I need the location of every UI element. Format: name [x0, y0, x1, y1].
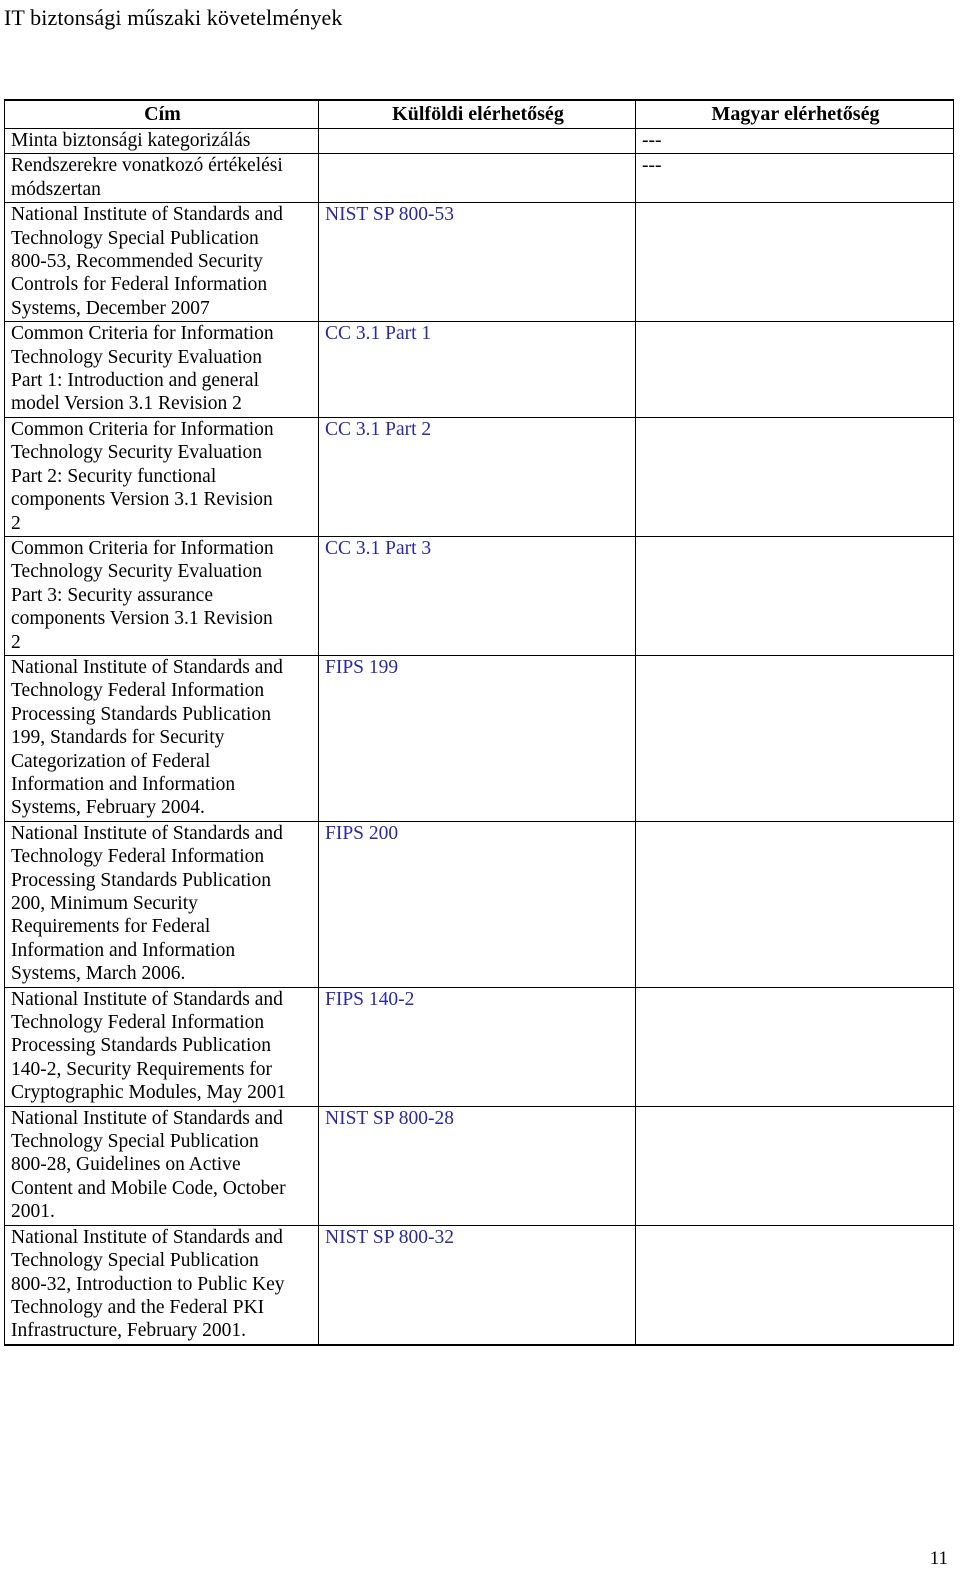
table-row: Common Criteria for Information Technolo…: [4, 416, 954, 537]
table-row: National Institute of Standards and Tech…: [4, 1224, 954, 1346]
cell-foreign-availability[interactable]: CC 3.1 Part 3: [318, 535, 636, 656]
cell-hungarian-availability: [635, 1224, 954, 1346]
cell-hungarian-availability: [635, 1105, 954, 1226]
table-row: National Institute of Standards and Tech…: [4, 654, 954, 822]
foreign-availability-link[interactable]: NIST SP 800-32: [325, 1226, 631, 1249]
cell-title: National Institute of Standards and Tech…: [4, 820, 319, 988]
cell-hungarian-availability: [635, 535, 954, 656]
standard-title-text: National Institute of Standards and Tech…: [11, 1226, 285, 1342]
standard-title-text: Common Criteria for Information Technolo…: [11, 323, 274, 415]
cell-foreign-availability: [318, 127, 636, 155]
foreign-availability-link[interactable]: CC 3.1 Part 3: [325, 537, 631, 560]
column-header-title: Cím: [4, 99, 319, 129]
cell-foreign-availability[interactable]: FIPS 200: [318, 820, 636, 988]
cell-title: National Institute of Standards and Tech…: [4, 1224, 319, 1346]
cell-title: Common Criteria for Information Technolo…: [4, 535, 319, 656]
hungarian-availability-text: ---: [642, 130, 662, 151]
running-head: IT biztonsági műszaki követelmények: [4, 5, 343, 30]
cell-hungarian-availability: [635, 654, 954, 822]
column-header-foreign-availability: Külföldi elérhetőség: [318, 99, 636, 129]
table-row: Common Criteria for Information Technolo…: [4, 535, 954, 656]
hungarian-availability-text: ---: [642, 155, 662, 177]
table-row: Common Criteria for Information Technolo…: [4, 321, 954, 418]
cell-title: National Institute of Standards and Tech…: [4, 986, 319, 1107]
cell-hungarian-availability: [635, 986, 954, 1107]
standard-title-text: National Institute of Standards and Tech…: [11, 656, 283, 819]
cell-hungarian-availability: [635, 202, 954, 323]
foreign-availability-link[interactable]: NIST SP 800-28: [325, 1107, 631, 1130]
cell-title: Minta biztonsági kategorizálás: [4, 127, 319, 155]
table-header: Cím Külföldi elérhetőség Magyar elérhető…: [4, 99, 954, 129]
foreign-availability-link[interactable]: NIST SP 800-53: [325, 203, 631, 226]
table-row: Minta biztonsági kategorizálás ---: [4, 127, 954, 155]
cell-foreign-availability[interactable]: CC 3.1 Part 1: [318, 321, 636, 418]
document-page: IT biztonsági műszaki követelmények Cím …: [0, 0, 960, 1593]
standard-title-text: Minta biztonsági kategorizálás: [11, 130, 251, 151]
column-header-hungarian-availability: Magyar elérhetőség: [635, 99, 954, 129]
standard-title-text: National Institute of Standards and Tech…: [11, 1107, 286, 1223]
cell-hungarian-availability: [635, 321, 954, 418]
cell-hungarian-availability: [635, 416, 954, 537]
foreign-availability-link[interactable]: CC 3.1 Part 2: [325, 418, 631, 441]
table-header-row: Cím Külföldi elérhetőség Magyar elérhető…: [4, 99, 954, 129]
cell-hungarian-availability: ---: [635, 127, 954, 155]
foreign-availability-link[interactable]: FIPS 199: [325, 656, 631, 679]
page-number: 11: [929, 1548, 948, 1569]
cell-hungarian-availability: [635, 820, 954, 988]
table-body: Minta biztonsági kategorizálás --- Rendsze…: [4, 127, 954, 1346]
cell-foreign-availability: [318, 153, 636, 204]
cell-title: National Institute of Standards and Tech…: [4, 1105, 319, 1226]
cell-title: National Institute of Standards and Tech…: [4, 202, 319, 323]
table-row: National Institute of Standards and Tech…: [4, 986, 954, 1107]
foreign-availability-link[interactable]: CC 3.1 Part 1: [325, 322, 631, 345]
table-row: National Institute of Standards and Tech…: [4, 202, 954, 323]
cell-title: National Institute of Standards and Tech…: [4, 654, 319, 822]
standards-reference-table: Cím Külföldi elérhetőség Magyar elérhető…: [4, 99, 954, 1346]
cell-title: Common Criteria for Information Technolo…: [4, 321, 319, 418]
cell-foreign-availability[interactable]: NIST SP 800-28: [318, 1105, 636, 1226]
cell-foreign-availability[interactable]: NIST SP 800-53: [318, 202, 636, 323]
cell-foreign-availability[interactable]: NIST SP 800-32: [318, 1224, 636, 1346]
cell-hungarian-availability: ---: [635, 153, 954, 204]
table-row: National Institute of Standards and Tech…: [4, 1105, 954, 1226]
standard-title-text: National Institute of Standards and Tech…: [11, 988, 287, 1104]
cell-title: Rendszerekre vonatkozó értékelési módsze…: [4, 153, 319, 204]
standard-title-text: National Institute of Standards and Tech…: [11, 822, 283, 985]
cell-title: Common Criteria for Information Technolo…: [4, 416, 319, 537]
cell-foreign-availability[interactable]: FIPS 140-2: [318, 986, 636, 1107]
standard-title-text: Common Criteria for Information Technolo…: [11, 418, 274, 534]
cell-foreign-availability[interactable]: CC 3.1 Part 2: [318, 416, 636, 537]
standard-title-text: Common Criteria for Information Technolo…: [11, 537, 274, 653]
foreign-availability-link[interactable]: FIPS 140-2: [325, 988, 631, 1011]
table-row: Rendszerekre vonatkozó értékelési módsze…: [4, 153, 954, 204]
foreign-availability-link[interactable]: FIPS 200: [325, 822, 631, 845]
table-row: National Institute of Standards and Tech…: [4, 820, 954, 988]
cell-foreign-availability[interactable]: FIPS 199: [318, 654, 636, 822]
standard-title-text: National Institute of Standards and Tech…: [11, 204, 283, 319]
standard-title-text: Rendszerekre vonatkozó értékelési módsze…: [11, 155, 283, 200]
